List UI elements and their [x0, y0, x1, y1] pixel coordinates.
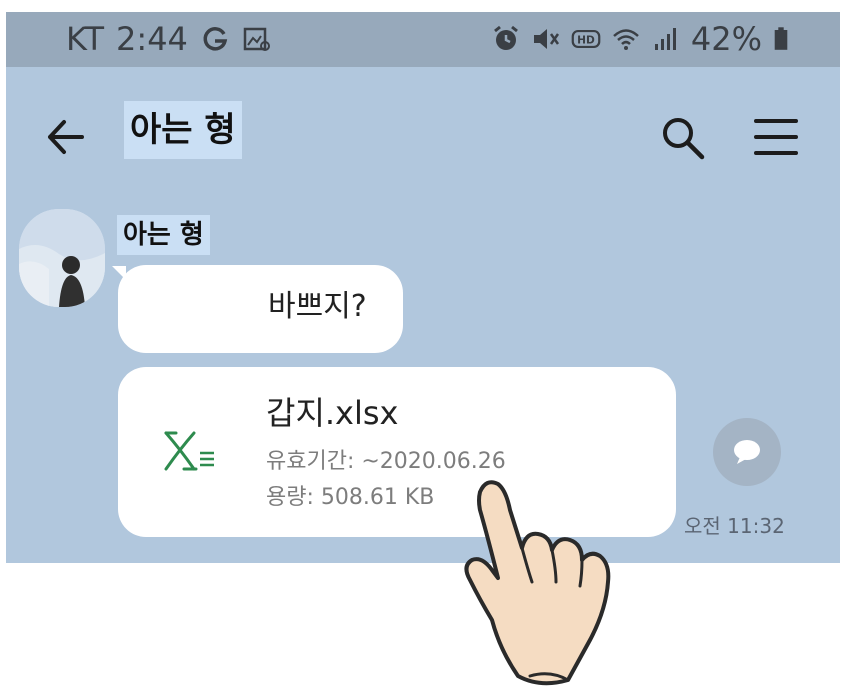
- excel-icon: [164, 431, 214, 471]
- menu-icon[interactable]: [752, 115, 800, 159]
- signal-icon: [654, 28, 676, 50]
- svg-text:HD: HD: [577, 34, 595, 46]
- message-bubble-text[interactable]: 바쁘지?: [118, 265, 403, 353]
- battery-icon: [774, 27, 788, 50]
- gallery-icon: [243, 27, 270, 51]
- avatar-photo: [19, 209, 105, 307]
- search-icon[interactable]: [658, 113, 708, 163]
- chat-title: 아는 형: [124, 101, 242, 159]
- carrier-label: KT: [66, 20, 105, 58]
- share-chat-icon: [734, 440, 760, 464]
- battery-percent: 42%: [690, 20, 762, 58]
- share-chat-button[interactable]: [713, 418, 781, 486]
- g-icon: [203, 27, 228, 51]
- status-left: KT 2:44: [66, 18, 272, 60]
- chat-header: 아는 형: [6, 67, 840, 197]
- hd-icon: HD: [571, 29, 601, 49]
- message-text: 바쁘지?: [268, 289, 367, 324]
- message-timestamp: 오전 11:32: [684, 514, 785, 538]
- status-right: HD 42%: [491, 18, 790, 60]
- status-bar: KT 2:44 HD 42%: [6, 12, 840, 67]
- file-name: 갑지.xlsx: [266, 394, 399, 432]
- mute-icon: [533, 29, 559, 49]
- avatar[interactable]: [19, 209, 105, 307]
- back-arrow-icon[interactable]: [42, 113, 90, 161]
- clock: 2:44: [116, 20, 188, 58]
- wifi-icon: [613, 29, 639, 50]
- file-size: 용량: 508.61 KB: [266, 485, 435, 510]
- alarm-icon: [493, 25, 518, 50]
- chat-screen: KT 2:44 HD 42% 아는 형 아는 형 바쁘지? 갑지.xlsx 유효…: [6, 12, 840, 563]
- sender-name: 아는 형: [117, 215, 210, 255]
- pointing-hand-icon: [464, 480, 611, 686]
